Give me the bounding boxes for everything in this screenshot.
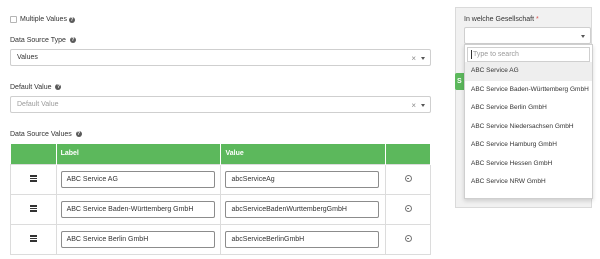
multiple-values-row[interactable]: Multiple Values ? — [10, 16, 75, 23]
dropdown-option[interactable]: ABC Service NRW GmbH — [465, 173, 592, 192]
header-handle — [10, 144, 57, 164]
data-source-type-label: Data Source Type ? — [10, 37, 76, 44]
chevron-down-icon[interactable] — [421, 104, 425, 107]
help-icon[interactable]: ? — [75, 131, 82, 138]
dropdown-option[interactable]: ABC Service Berlin GmbH — [465, 99, 592, 118]
submit-button[interactable]: S — [455, 73, 464, 90]
label-input[interactable]: ABC Service Baden-Württemberg GmbH — [60, 200, 215, 218]
multiple-values-checkbox[interactable] — [10, 16, 17, 23]
chevron-down-icon[interactable] — [421, 57, 425, 60]
label-cell: ABC Service Baden-Württemberg GmbH — [55, 193, 222, 225]
data-source-type-label-text: Data Source Type — [10, 37, 66, 44]
default-value-label-text: Default Value — [10, 84, 52, 91]
company-field-label: In welche Gesellschaft * — [464, 16, 539, 23]
label-input[interactable]: ABC Service AG — [60, 170, 215, 188]
form-panel: Multiple Values ? Data Source Type ? Val… — [0, 0, 440, 259]
table-row: ABC Service Berlin GmbH abcServiceBerlin… — [10, 223, 431, 255]
dropdown-option[interactable]: ABC Service AG — [465, 62, 592, 81]
value-input[interactable]: abcServiceBadenWurttembergGmbH — [225, 200, 380, 218]
dropdown-option[interactable]: ABC Service Niedersachsen GmbH — [465, 118, 592, 137]
close-icon[interactable]: × — [411, 54, 416, 63]
table-row: ABC Service AG abcServiceAg — [10, 163, 431, 195]
value-cell: abcServiceAg — [220, 163, 387, 195]
table-header-row: Label Value — [10, 144, 431, 164]
header-label: Label — [56, 144, 222, 164]
dropdown-option[interactable]: ABC Service Hessen GmbH — [465, 155, 592, 174]
action-cell — [385, 223, 431, 255]
data-source-values-label-text: Data Source Values — [10, 131, 72, 138]
default-value-select[interactable]: Default Value × — [10, 96, 431, 113]
action-cell — [385, 193, 431, 225]
drag-handle-icon[interactable] — [29, 175, 37, 182]
remove-circle-icon[interactable] — [404, 234, 412, 242]
help-icon[interactable]: ? — [55, 84, 62, 91]
chevron-down-icon[interactable] — [581, 35, 585, 38]
company-field-label-text: In welche Gesellschaft — [464, 16, 535, 23]
data-source-values-label: Data Source Values ? — [10, 131, 82, 138]
close-icon[interactable]: × — [411, 101, 416, 110]
dropdown-option[interactable]: ABC Service Hamburg GmbH — [465, 136, 592, 155]
row-handle-cell[interactable] — [10, 223, 57, 255]
header-value: Value — [220, 144, 387, 164]
header-action — [385, 144, 431, 164]
data-source-type-select[interactable]: Values × — [10, 49, 431, 66]
action-cell — [385, 163, 431, 195]
label-cell: ABC Service AG — [55, 163, 222, 195]
value-input[interactable]: abcServiceAg — [225, 170, 380, 188]
value-input[interactable]: abcServiceBerlinGmbH — [225, 230, 380, 248]
drag-handle-icon[interactable] — [29, 235, 37, 242]
drag-handle-icon[interactable] — [29, 205, 37, 212]
row-handle-cell[interactable] — [10, 163, 57, 195]
default-value-label: Default Value ? — [10, 84, 62, 91]
remove-circle-icon[interactable] — [404, 204, 412, 212]
label-cell: ABC Service Berlin GmbH — [55, 223, 222, 255]
company-dropdown: Type to search ABC Service AG ABC Servic… — [464, 44, 593, 199]
dropdown-search-placeholder: Type to search — [473, 51, 519, 58]
dropdown-search-input[interactable]: Type to search — [467, 47, 590, 62]
default-value-placeholder: Default Value — [17, 101, 59, 108]
required-mark: * — [536, 16, 539, 23]
data-source-values-table: Label Value ABC Service AG abcServiceAg — [10, 144, 431, 255]
remove-circle-icon[interactable] — [404, 174, 412, 182]
help-icon[interactable]: ? — [69, 37, 76, 44]
value-cell: abcServiceBerlinGmbH — [220, 223, 387, 255]
text-cursor — [471, 50, 472, 59]
row-handle-cell[interactable] — [10, 193, 57, 225]
multiple-values-label: Multiple Values — [20, 16, 67, 23]
table-row: ABC Service Baden-Württemberg GmbH abcSe… — [10, 193, 431, 225]
value-cell: abcServiceBadenWurttembergGmbH — [220, 193, 387, 225]
company-select[interactable] — [464, 27, 591, 44]
label-input[interactable]: ABC Service Berlin GmbH — [60, 230, 215, 248]
dropdown-option[interactable]: ABC Service Baden-Württemberg GmbH — [465, 81, 592, 100]
help-icon[interactable]: ? — [68, 16, 75, 23]
data-source-type-value: Values — [17, 54, 38, 61]
